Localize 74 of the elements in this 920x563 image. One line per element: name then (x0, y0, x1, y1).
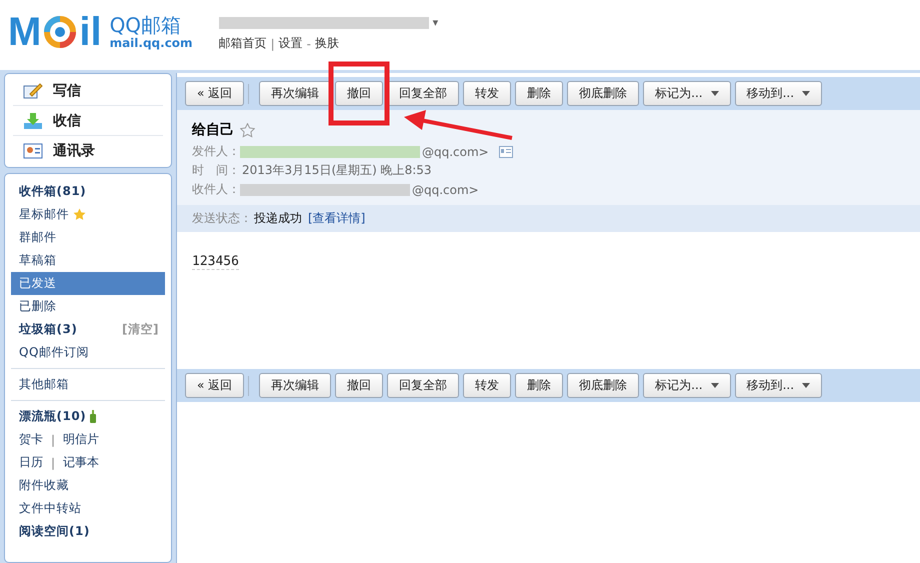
brand-name: QQ邮箱 (110, 14, 182, 36)
toolbar-button[interactable]: 撤回 (335, 81, 384, 106)
field-value: 2013年3月15日(星期五) 晚上8:53 (242, 162, 432, 179)
toolbar-button[interactable]: 回复全部 (387, 373, 460, 398)
field-label: 时 间： (192, 162, 240, 179)
caret-icon (710, 383, 719, 388)
folder-item[interactable]: 星标邮件 (11, 203, 165, 226)
toolbar-button[interactable]: 撤回 (335, 373, 384, 398)
separator-text: | (51, 432, 56, 446)
separator-text: | (51, 456, 56, 470)
mail-subject: 给自己 (192, 121, 234, 139)
inbox-download-icon (23, 112, 43, 130)
toolbar-button[interactable]: 删除 (515, 81, 564, 106)
dropdown-button[interactable]: 移动到... (734, 373, 822, 398)
toolbar-button[interactable]: « 返回 (185, 373, 244, 398)
separator-text: - (306, 36, 311, 50)
contact-card-icon (23, 142, 43, 158)
details-link[interactable]: [查看详情] (308, 210, 366, 227)
logo-ring-icon (43, 15, 78, 49)
header-link[interactable]: 设置 (278, 35, 303, 52)
status-value: 投递成功 (254, 210, 302, 227)
account-caret[interactable]: ▾ (432, 16, 438, 29)
folder-link[interactable]: 明信片 (63, 431, 100, 448)
folder-link[interactable]: 日历 (19, 454, 43, 471)
star-icon (73, 208, 86, 221)
separator-text: | (270, 36, 275, 50)
caret-icon (802, 383, 810, 388)
pencil-note-icon (23, 82, 43, 100)
field-label: 发件人： (192, 143, 240, 160)
toolbar-button[interactable]: « 返回 (185, 81, 244, 106)
folder-item[interactable]: 漂流瓶(10) (11, 405, 165, 428)
folder-item[interactable]: 草稿箱 (11, 249, 165, 272)
mail-body-text: 123456 (192, 254, 239, 270)
folder-item[interactable]: 已删除 (11, 295, 165, 318)
brand-domain: mail.qq.com (110, 36, 193, 50)
quick-action[interactable]: 收信 (13, 106, 163, 136)
quick-action[interactable]: 写信 (13, 76, 163, 106)
toolbar-button[interactable]: 删除 (515, 373, 564, 398)
field-label: 收件人： (192, 181, 240, 198)
dropdown-button[interactable]: 标记为... (643, 373, 731, 398)
star-icon[interactable] (240, 122, 255, 138)
folder-item[interactable]: 其他邮箱 (11, 373, 165, 396)
logo-text: il (79, 12, 102, 52)
status-label: 发送状态： (192, 210, 252, 227)
toolbar-button[interactable]: 再次编辑 (259, 81, 332, 106)
toolbar-button[interactable]: 彻底删除 (567, 373, 640, 398)
header-link[interactable]: 邮箱首页 (218, 35, 267, 52)
bottle-icon (90, 410, 96, 423)
folder-item[interactable]: 垃圾箱(3) [清空] (11, 318, 165, 341)
folder-link[interactable]: 贺卡 (19, 431, 43, 448)
logo-text: M (8, 12, 42, 52)
folder-item[interactable]: 文件中转站 (11, 497, 165, 520)
toolbar-button[interactable]: 再次编辑 (259, 373, 332, 398)
folder-item[interactable]: 已发送 (11, 272, 165, 295)
folder-item[interactable]: 附件收藏 (11, 474, 165, 497)
toolbar-button[interactable]: 彻底删除 (567, 81, 640, 106)
folder-item[interactable]: 收件箱(81) (11, 180, 165, 203)
dropdown-button[interactable]: 移动到... (734, 81, 822, 106)
field-value: @qq.com> (412, 182, 479, 196)
toolbar-button[interactable]: 转发 (463, 373, 512, 398)
contact-card-icon[interactable] (498, 146, 513, 158)
folder-item[interactable]: QQ邮件订阅 (11, 341, 165, 364)
dropdown-button[interactable]: 标记为... (643, 81, 731, 106)
folder-item[interactable]: 群邮件 (11, 226, 165, 249)
highlight-frame (328, 62, 390, 126)
caret-icon (802, 91, 810, 96)
toolbar-button[interactable]: 回复全部 (387, 81, 460, 106)
field-value: @qq.com> (422, 144, 489, 158)
folder-item[interactable]: 阅读空间(1) (11, 520, 165, 543)
caret-icon (710, 91, 719, 96)
quick-action[interactable]: 通讯录 (13, 136, 163, 165)
folder-link[interactable]: 记事本 (63, 454, 100, 471)
toolbar-button[interactable]: 转发 (463, 81, 512, 106)
header-link[interactable]: 换肤 (314, 35, 339, 52)
